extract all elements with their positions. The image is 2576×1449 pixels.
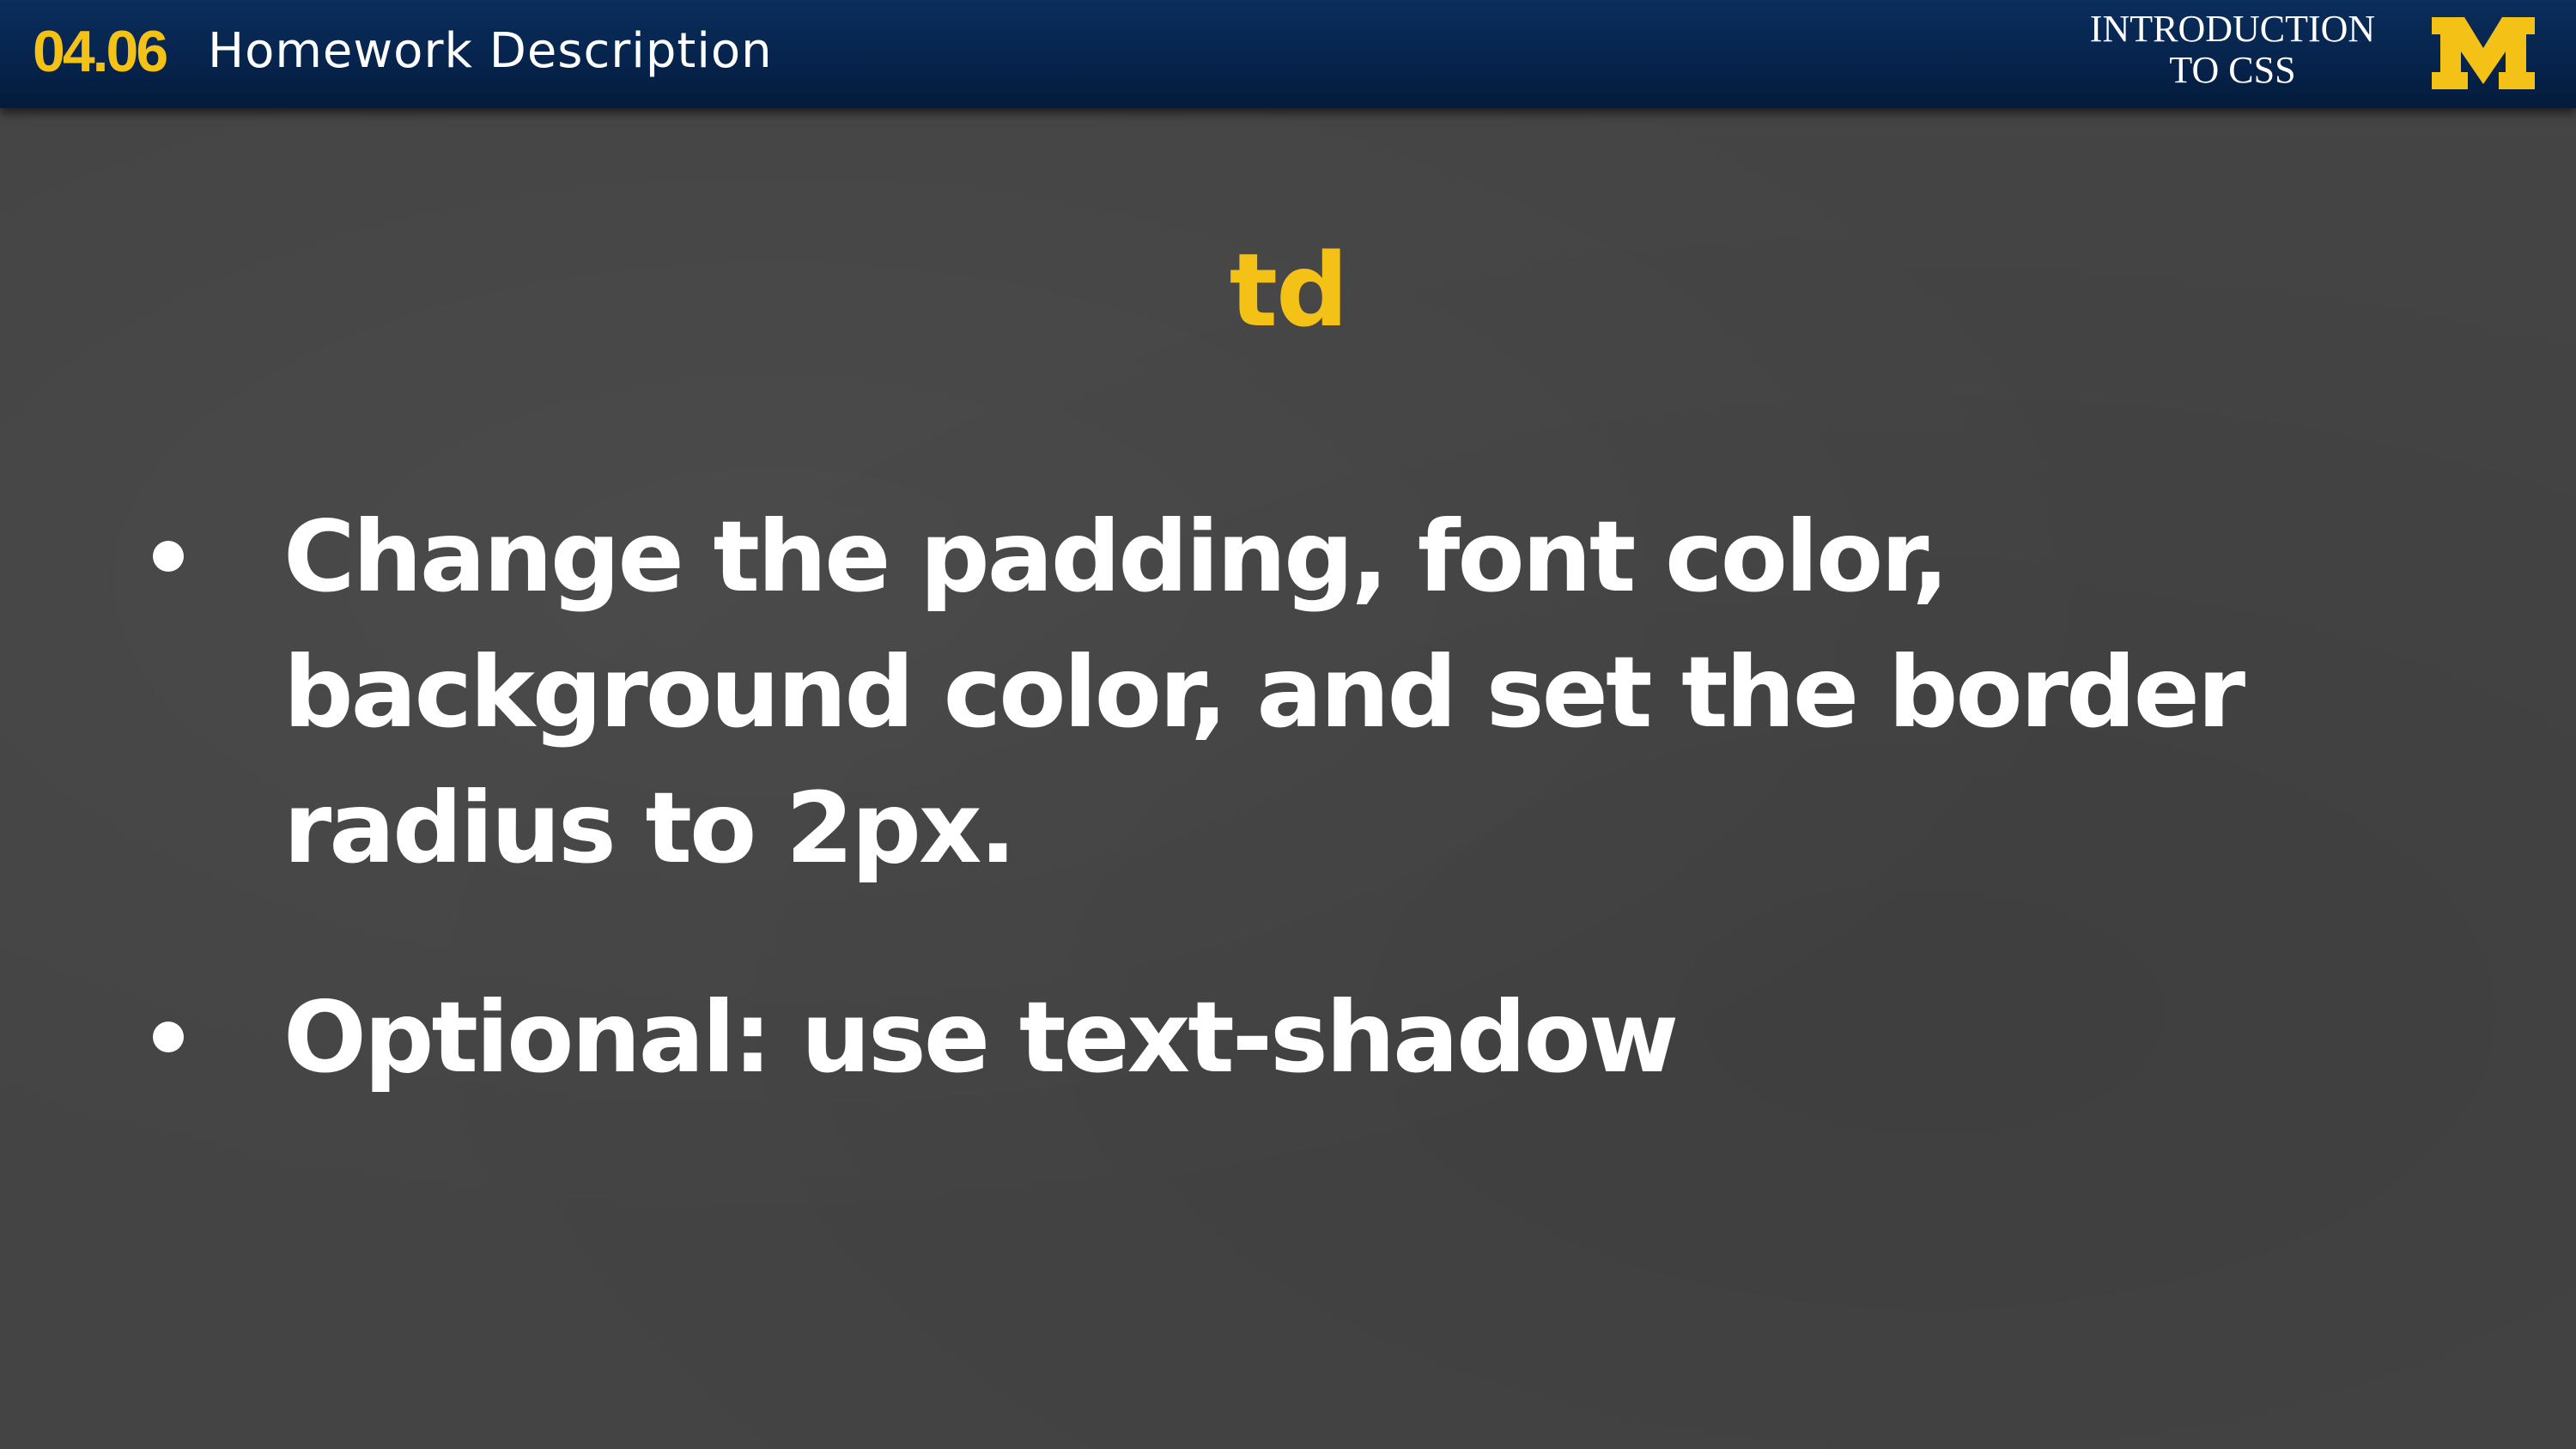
bullet-dot-icon xyxy=(153,541,184,572)
bullet-item: Optional: use text-shadow xyxy=(153,970,2284,1106)
bullet-text: Change the padding, font color, backgrou… xyxy=(283,500,2245,885)
bullet-dot-icon xyxy=(153,1022,184,1052)
bullet-item: Change the padding, font color, backgrou… xyxy=(153,489,2284,896)
bullet-text: Optional: use text-shadow xyxy=(283,980,1679,1094)
bullet-list: Change the padding, font color, backgrou… xyxy=(0,0,2576,1449)
slide: 04.06 Homework Description INTRODUCTION … xyxy=(0,0,2576,1449)
